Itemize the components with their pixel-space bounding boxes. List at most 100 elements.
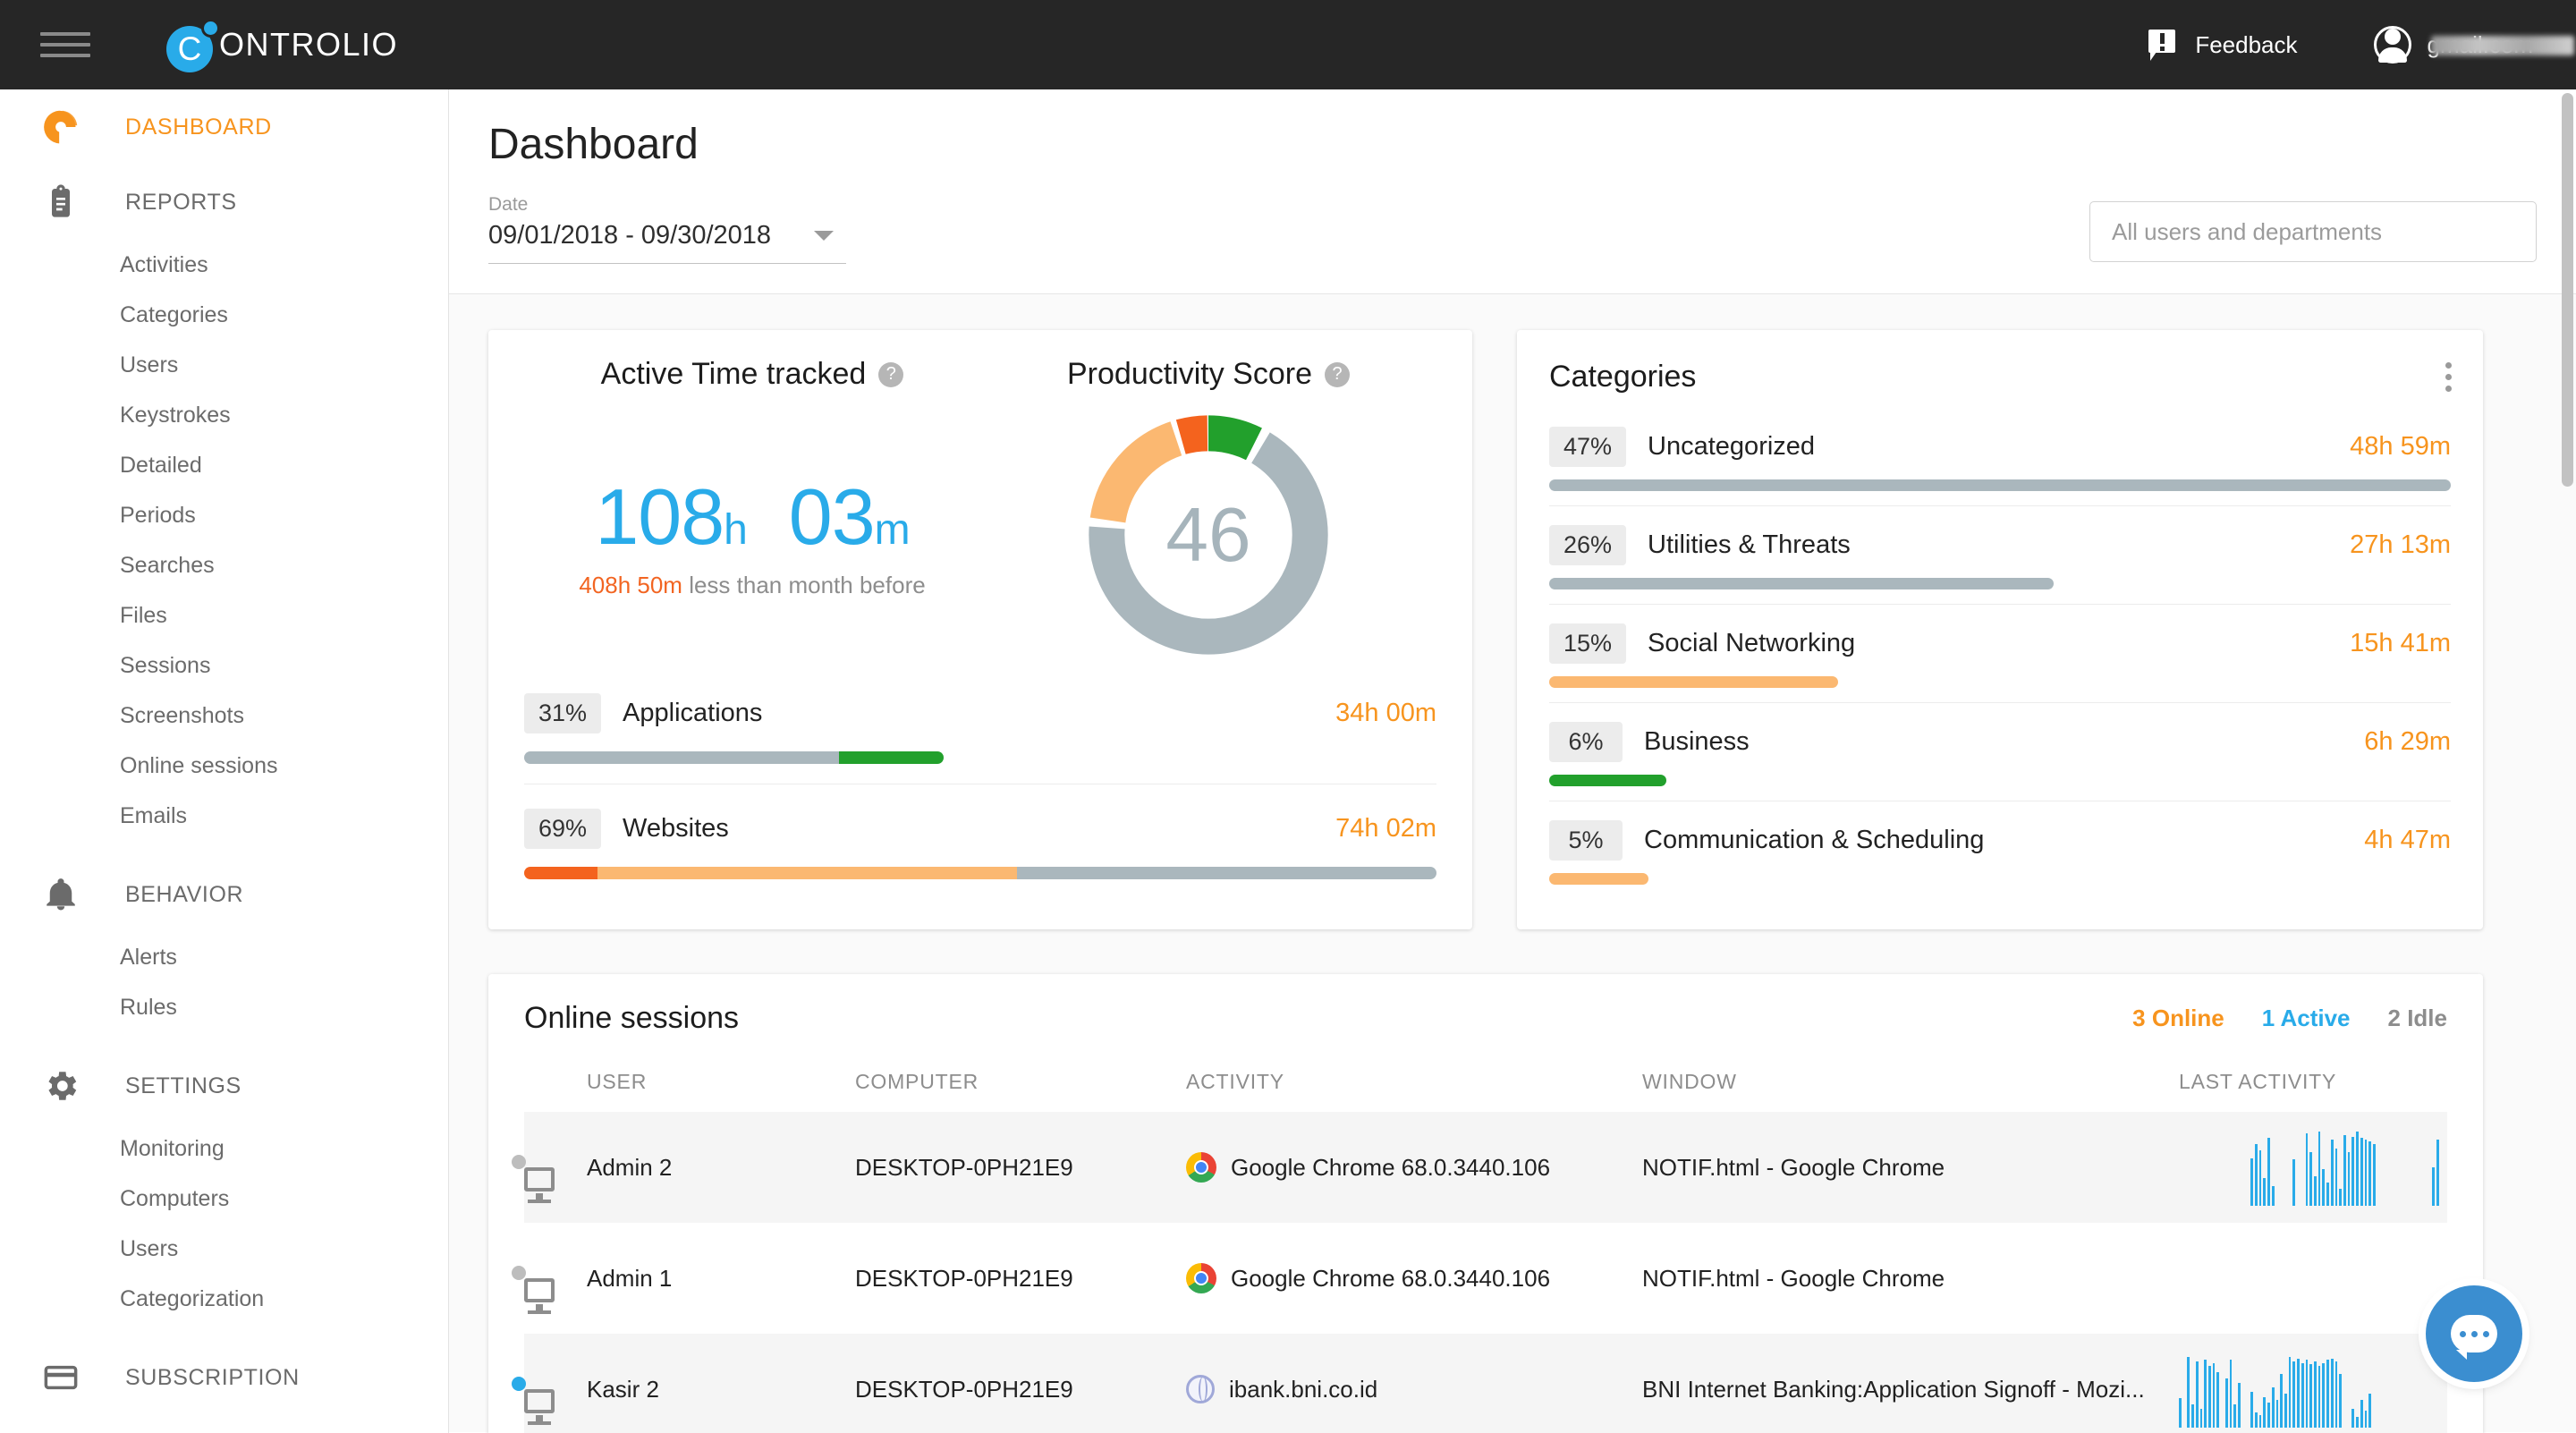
brand-initial: C — [166, 26, 213, 72]
column-header-user: USER — [587, 1070, 855, 1112]
session-status-icon-cell — [524, 1334, 587, 1433]
category-time: 15h 41m — [2350, 629, 2451, 658]
activity-sparkline — [2179, 1129, 2447, 1206]
cell-computer: DESKTOP-0PH21E9 — [855, 1223, 1186, 1334]
sidebar-label: DASHBOARD — [125, 114, 272, 140]
hamburger-menu-icon[interactable] — [40, 27, 90, 63]
usage-segment-neutral-light — [597, 867, 1017, 879]
column-header-activity: ACTIVITY — [1186, 1070, 1642, 1112]
category-name: Communication & Scheduling — [1644, 826, 1984, 855]
sidebar-item-users[interactable]: Users — [0, 340, 448, 390]
account-menu[interactable]: gmail.com — [2374, 26, 2533, 64]
usage-segment-uncategorized — [1017, 867, 1436, 879]
category-progress-bar — [1549, 775, 1666, 786]
stat-active[interactable]: 1 Active — [2262, 1005, 2351, 1032]
sidebar-item-categorization[interactable]: Categorization — [0, 1274, 448, 1324]
sidebar-item-files[interactable]: Files — [0, 590, 448, 640]
sidebar-item-monitoring[interactable]: Monitoring — [0, 1124, 448, 1174]
table-row[interactable]: Kasir 2DESKTOP-0PH21E9ibank.bni.co.idBNI… — [524, 1334, 2447, 1433]
status-dot-active — [512, 1377, 526, 1391]
category-progress-bar — [1549, 578, 2054, 589]
kebab-menu-icon[interactable] — [2440, 357, 2451, 397]
brand-logo[interactable]: C ONTROLIO — [166, 19, 398, 71]
stat-idle[interactable]: 2 Idle — [2388, 1005, 2447, 1032]
sidebar-item-settings[interactable]: SETTINGS — [0, 1048, 448, 1124]
sidebar-item-keystrokes[interactable]: Keystrokes — [0, 390, 448, 440]
sidebar-item-alerts[interactable]: Alerts — [0, 932, 448, 982]
user-department-filter-placeholder: All users and departments — [2112, 218, 2382, 246]
activity-label: ibank.bni.co.id — [1229, 1376, 1377, 1403]
category-row: 47% Uncategorized 48h 59m — [1549, 397, 2451, 491]
help-circle-icon[interactable]: ? — [878, 362, 903, 387]
table-row[interactable]: Admin 1DESKTOP-0PH21E9Google Chrome 68.0… — [524, 1223, 2447, 1334]
chevron-down-icon[interactable] — [814, 231, 834, 241]
sidebar-item-screenshots[interactable]: Screenshots — [0, 691, 448, 741]
online-sessions-title: Online sessions — [524, 1001, 739, 1036]
online-sessions-table: USER COMPUTER ACTIVITY WINDOW LAST ACTIV… — [524, 1070, 2447, 1433]
usage-segment-unproductive — [524, 867, 597, 879]
sidebar-item-rules[interactable]: Rules — [0, 982, 448, 1032]
sidebar-label: BEHAVIOR — [125, 882, 243, 908]
help-circle-icon[interactable]: ? — [1325, 362, 1350, 387]
sidebar-item-activities[interactable]: Activities — [0, 240, 448, 290]
cell-last-activity — [2179, 1112, 2447, 1223]
gear-icon — [38, 1063, 84, 1109]
column-header-window: WINDOW — [1642, 1070, 2179, 1112]
date-range-field[interactable]: Date 09/01/2018 - 09/30/2018 — [488, 194, 846, 264]
sidebar-item-subscription[interactable]: SUBSCRIPTION — [0, 1340, 448, 1415]
productivity-title: Productivity Score — [1067, 357, 1312, 392]
chat-bubble-icon[interactable] — [2426, 1285, 2522, 1382]
filter-bar: Date 09/01/2018 - 09/30/2018 All users a… — [449, 169, 2576, 264]
table-row[interactable]: Admin 2DESKTOP-0PH21E9Google Chrome 68.0… — [524, 1112, 2447, 1223]
sidebar-item-detailed[interactable]: Detailed — [0, 440, 448, 490]
bell-icon — [38, 871, 84, 918]
sidebar-item-categories[interactable]: Categories — [0, 290, 448, 340]
category-percent: 15% — [1549, 623, 1626, 664]
column-header-computer: COMPUTER — [855, 1070, 1186, 1112]
category-percent: 6% — [1549, 722, 1623, 762]
status-dot-idle — [512, 1266, 526, 1280]
cell-window: NOTIF.html - Google Chrome — [1642, 1112, 2179, 1223]
category-name: Business — [1644, 727, 1750, 757]
usage-label: Websites — [623, 814, 729, 844]
category-percent: 5% — [1549, 820, 1623, 861]
sidebar-item-settings-users[interactable]: Users — [0, 1224, 448, 1274]
globe-icon — [1186, 1375, 1215, 1403]
brand-name: ONTROLIO — [219, 26, 398, 64]
feedback-label: Feedback — [2195, 31, 2297, 59]
sidebar-item-sessions[interactable]: Sessions — [0, 640, 448, 691]
stat-online[interactable]: 3 Online — [2132, 1005, 2224, 1032]
active-time-delta-amount: 408h 50m — [579, 572, 682, 598]
sidebar-item-online-sessions[interactable]: Online sessions — [0, 741, 448, 791]
cell-user: Admin 2 — [587, 1112, 855, 1223]
sidebar-item-periods[interactable]: Periods — [0, 490, 448, 540]
category-time: 4h 47m — [2364, 826, 2451, 855]
sidebar-item-emails[interactable]: Emails — [0, 791, 448, 841]
usage-bar-applications: 31% Applications 34h 00m — [524, 669, 1436, 764]
sidebar-item-behavior[interactable]: BEHAVIOR — [0, 857, 448, 932]
scrollbar-thumb[interactable] — [2562, 93, 2573, 487]
chrome-icon — [1186, 1152, 1216, 1183]
usage-bar-websites: 69% Websites 74h 02m — [524, 784, 1436, 879]
dashboard-page: C ONTROLIO Feedback gmail.com — [0, 0, 2576, 1433]
sidebar-item-reports[interactable]: REPORTS — [0, 165, 448, 240]
active-time-minutes: 03 — [789, 472, 875, 561]
usage-segment-neutral — [524, 751, 839, 764]
usage-percent: 31% — [524, 693, 601, 733]
active-time-value-block: 108h 03m 408h 50m less than month before — [524, 401, 980, 669]
categories-card: Categories 47% Uncategorized 48h 59m — [1517, 330, 2483, 929]
cell-window: NOTIF.html - Google Chrome — [1642, 1223, 2179, 1334]
page-scrollbar[interactable] — [2562, 93, 2573, 1426]
top-navigation-bar: C ONTROLIO Feedback gmail.com — [0, 0, 2576, 89]
donut-svg: 46 — [1074, 401, 1343, 669]
sidebar-item-computers[interactable]: Computers — [0, 1174, 448, 1224]
category-time: 6h 29m — [2364, 727, 2451, 757]
session-status-icon-cell — [524, 1223, 587, 1334]
user-department-filter[interactable]: All users and departments — [2089, 201, 2537, 262]
category-percent: 47% — [1549, 427, 1626, 467]
sidebar-item-dashboard[interactable]: DASHBOARD — [0, 89, 448, 165]
sidebar-item-searches[interactable]: Searches — [0, 540, 448, 590]
cell-computer: DESKTOP-0PH21E9 — [855, 1112, 1186, 1223]
active-time-value: 108h 03m — [595, 471, 909, 563]
feedback-button[interactable]: Feedback — [2148, 30, 2297, 60]
